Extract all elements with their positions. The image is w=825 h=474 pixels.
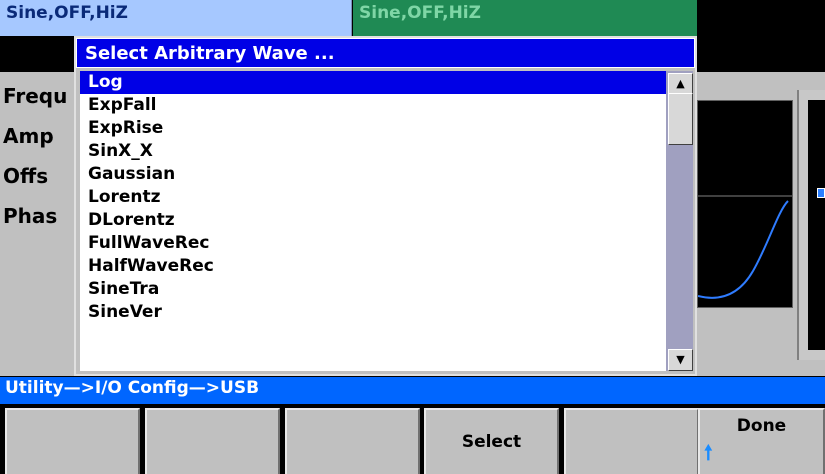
top-right-blank — [697, 0, 825, 72]
menu-path-bar: Utility—>I/O Config—>USB — [0, 377, 825, 404]
select-softkey[interactable]: Select — [424, 408, 559, 474]
done-softkey[interactable]: Done 🠕 — [698, 408, 825, 474]
wave-item-sinetra[interactable]: SineTra — [80, 278, 666, 301]
wave-item-fullwaverec[interactable]: FullWaveRec — [80, 232, 666, 255]
wave-item-halfwaverec[interactable]: HalfWaveRec — [80, 255, 666, 278]
softkey-3[interactable] — [285, 408, 420, 474]
scroll-down-button[interactable]: ▼ — [668, 349, 693, 371]
select-softkey-label: Select — [461, 432, 522, 452]
up-arrow-icon: ▲ — [676, 77, 685, 90]
softkey-2[interactable] — [145, 408, 280, 474]
channel2-status-tab: Sine,OFF,HiZ — [353, 0, 697, 36]
offset-label[interactable]: Offs — [3, 164, 78, 188]
channel2-status-label: Sine,OFF,HiZ — [359, 3, 481, 23]
softkey-1[interactable] — [5, 408, 140, 474]
scroll-thumb[interactable] — [668, 93, 693, 145]
wave-list[interactable]: Log ExpFall ExpRise SinX_X Gaussian Lore… — [80, 71, 666, 371]
dialog-title: Select Arbitrary Wave ... — [76, 38, 695, 68]
wave-item-dlorentz[interactable]: DLorentz — [80, 209, 666, 232]
wave-item-log[interactable]: Log — [80, 71, 666, 94]
parameter-labels: Frequ Amp Offs Phas — [0, 78, 80, 278]
wave-item-gaussian[interactable]: Gaussian — [80, 163, 666, 186]
waveform-trace — [697, 200, 789, 299]
wave-item-exprise[interactable]: ExpRise — [80, 117, 666, 140]
waveform-plot — [697, 195, 792, 299]
list-scrollbar[interactable]: ▲ ▼ — [666, 71, 693, 371]
waveform-preview — [697, 100, 793, 308]
channel1-status-tab: Sine,OFF,HiZ — [0, 0, 352, 36]
wave-item-sinx-x[interactable]: SinX_X — [80, 140, 666, 163]
side-scale-marker — [817, 188, 825, 198]
amplitude-label[interactable]: Amp — [3, 124, 78, 148]
scroll-up-button[interactable]: ▲ — [668, 73, 693, 95]
frequency-label[interactable]: Frequ — [3, 84, 78, 108]
softkey-5[interactable] — [564, 408, 699, 474]
wave-item-expfall[interactable]: ExpFall — [80, 94, 666, 117]
done-softkey-label: Done — [736, 416, 787, 436]
wave-item-sinever[interactable]: SineVer — [80, 301, 666, 324]
up-arrow-icon: 🠕 — [704, 440, 713, 464]
channel1-status-label: Sine,OFF,HiZ — [6, 3, 128, 23]
down-arrow-icon: ▼ — [676, 353, 685, 366]
wave-item-lorentz[interactable]: Lorentz — [80, 186, 666, 209]
side-scale-track — [808, 100, 825, 350]
phase-label[interactable]: Phas — [3, 204, 78, 228]
